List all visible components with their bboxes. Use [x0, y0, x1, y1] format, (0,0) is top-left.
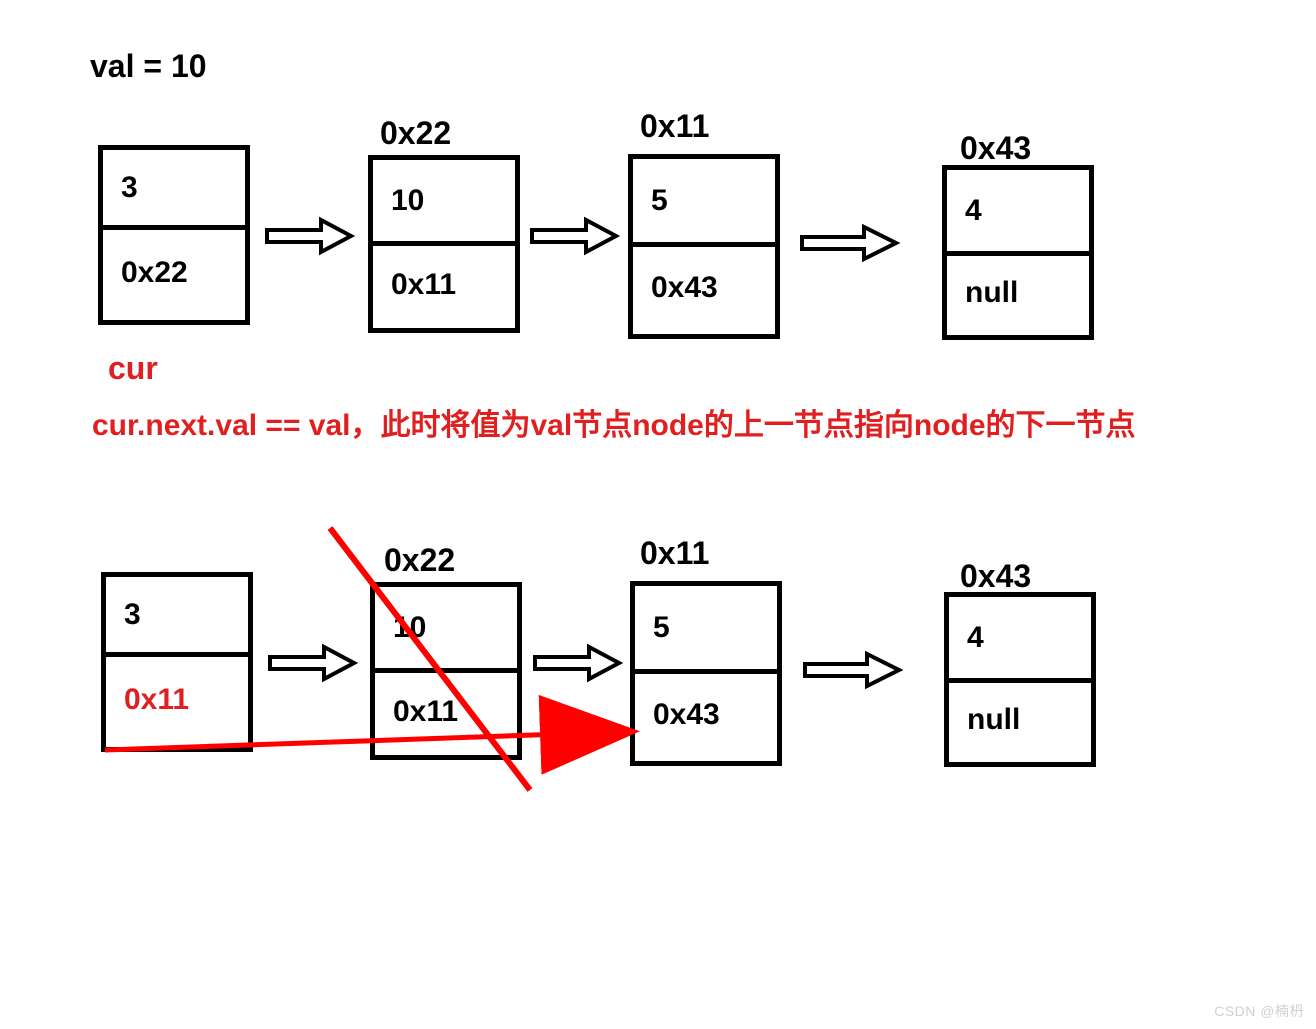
list-node: 4 null: [942, 165, 1094, 340]
arrow-icon: [530, 218, 620, 254]
node-val: 10: [373, 160, 515, 246]
arrow-icon: [803, 652, 903, 688]
title-text: val = 10: [90, 48, 207, 85]
node-val: 5: [635, 586, 777, 674]
node-val: 5: [633, 159, 775, 247]
arrow-icon: [265, 218, 355, 254]
watermark: CSDN @楠枬: [1214, 1001, 1304, 1021]
arrow-icon: [800, 225, 900, 261]
node-val: 4: [949, 597, 1091, 683]
addr-label: 0x11: [640, 535, 709, 572]
explanation-text: cur.next.val == val，此时将值为val节点node的上一节点指…: [92, 400, 1192, 444]
node-val: 3: [106, 577, 248, 657]
addr-label: 0x22: [380, 115, 451, 152]
addr-label: 0x11: [640, 108, 709, 145]
addr-label: 0x43: [960, 130, 1031, 167]
node-val: 4: [947, 170, 1089, 256]
list-node: 3 0x22: [98, 145, 250, 325]
list-node: 10 0x11: [368, 155, 520, 333]
bypass-arrow-icon: [100, 720, 660, 780]
node-val: 3: [103, 150, 245, 230]
list-node: 5 0x43: [628, 154, 780, 339]
node-next: null: [949, 678, 1091, 762]
node-next: 0x22: [103, 225, 245, 320]
node-next: null: [947, 251, 1089, 335]
cur-label: cur: [108, 350, 158, 387]
list-node: 4 null: [944, 592, 1096, 767]
node-next: 0x11: [373, 241, 515, 328]
addr-label: 0x43: [960, 558, 1031, 595]
node-next: 0x43: [633, 242, 775, 334]
